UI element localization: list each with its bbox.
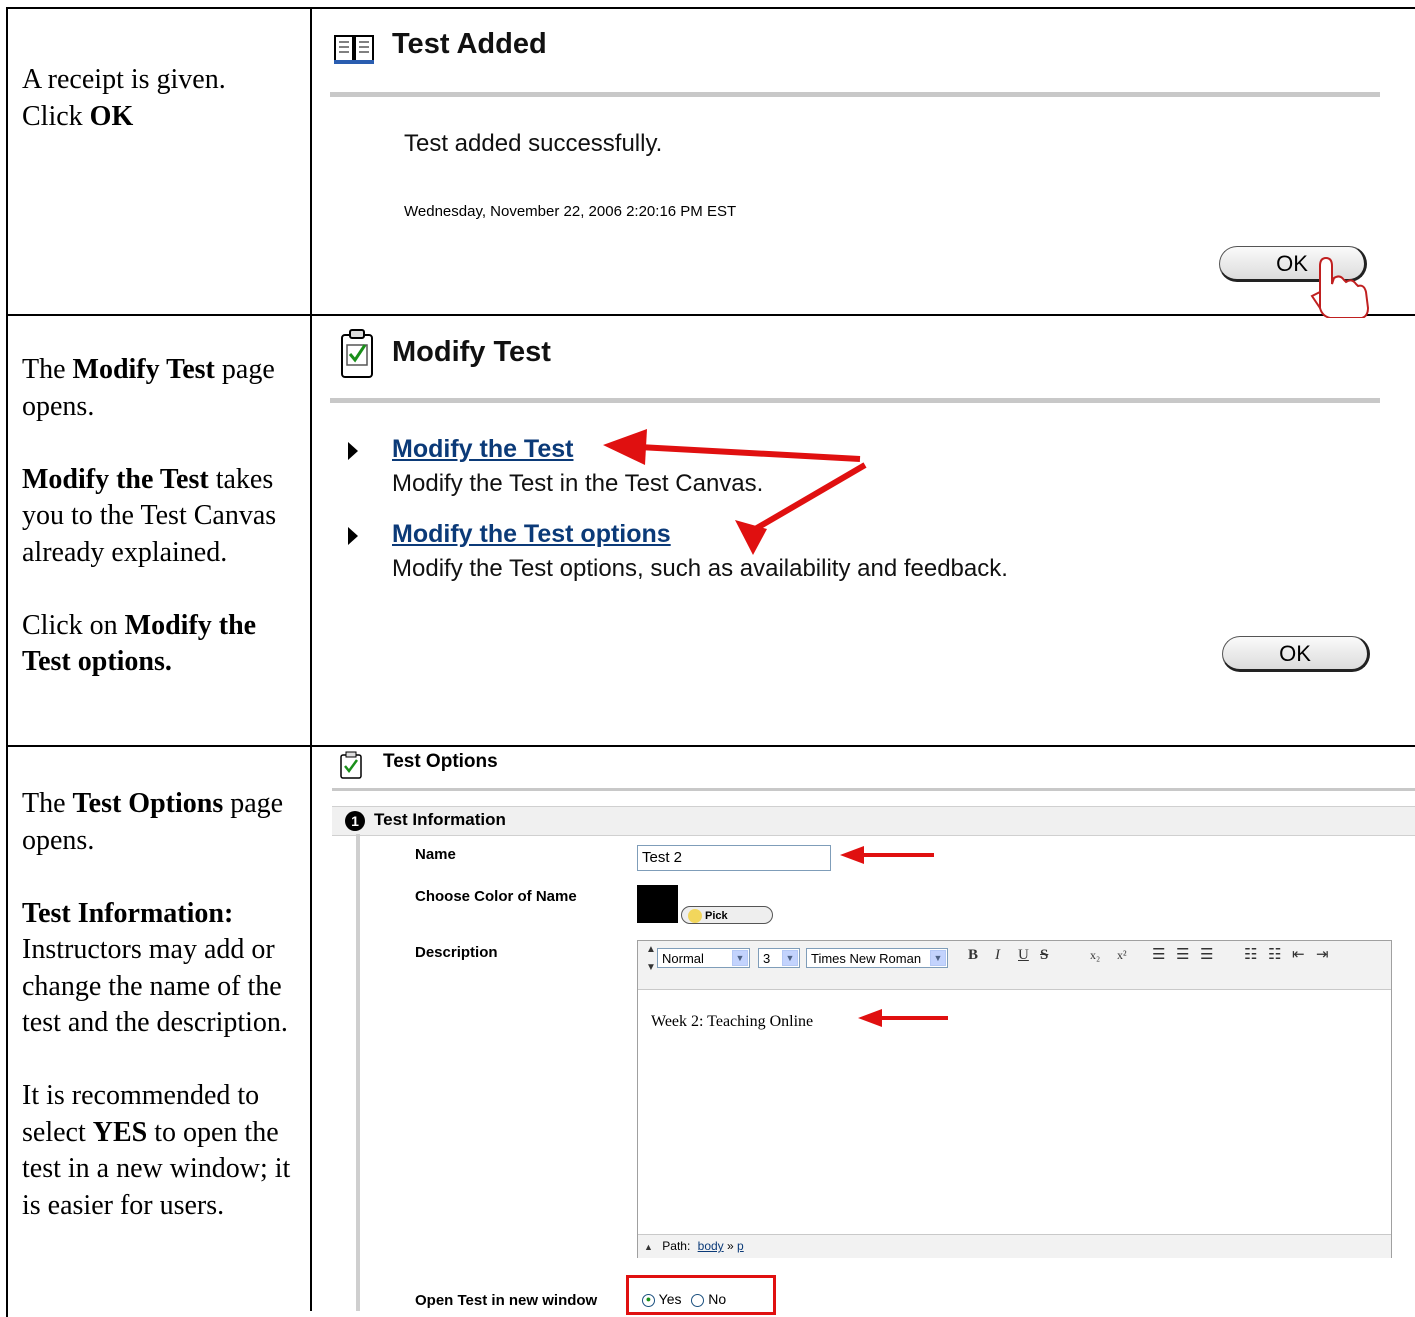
- description-label: Description: [415, 944, 498, 961]
- red-arrow-annotation: [858, 1009, 948, 1027]
- row3-para-1: The Test Options page opens.: [22, 786, 302, 859]
- row3-para-3: It is recommended to select YES to open …: [22, 1078, 302, 1224]
- bullet-triangle-icon: [348, 442, 358, 460]
- ordered-list-icon[interactable]: ☷: [1244, 945, 1257, 964]
- superscript-icon[interactable]: x²: [1117, 948, 1127, 963]
- bullet-triangle-icon: [348, 527, 358, 545]
- row3-para-2: Test Information: Instructors may add or…: [22, 896, 302, 1042]
- test-added-title: Test Added: [392, 28, 547, 60]
- row3-a-bold: Test Options: [72, 788, 224, 819]
- font-select[interactable]: Times New Roman ▼: [806, 948, 948, 968]
- chevron-down-icon: ▼: [732, 950, 748, 966]
- row3-b-suffix: Instructors may add or change the name o…: [22, 934, 288, 1038]
- editor-content[interactable]: Week 2: Teaching Online: [651, 1013, 813, 1031]
- pick-label: Pick: [705, 910, 728, 922]
- modify-test-title: Modify Test: [392, 336, 551, 368]
- step-number-badge: 1: [345, 811, 365, 831]
- size-select[interactable]: 3 ▼: [758, 948, 800, 968]
- choose-color-label: Choose Color of Name: [415, 888, 577, 905]
- book-icon: [334, 35, 374, 64]
- radio-yes[interactable]: ●: [642, 1293, 655, 1307]
- editor-status-bar: ▲ Path: body » p: [638, 1234, 1391, 1258]
- italic-icon[interactable]: I: [995, 947, 1000, 964]
- title-rule-3: [332, 788, 1415, 791]
- row3-a-prefix: The: [22, 788, 73, 819]
- section-sidebar-line: [356, 834, 360, 1311]
- no-label: No: [708, 1291, 727, 1307]
- chevron-down-icon: ▼: [930, 950, 946, 966]
- caret-up-icon[interactable]: ▲: [644, 1242, 653, 1252]
- subscript-icon[interactable]: x₂: [1090, 948, 1100, 963]
- success-message: Test added successfully.: [404, 130, 663, 157]
- modify-the-test-link[interactable]: Modify the Test: [392, 435, 573, 464]
- ok-button-modify[interactable]: OK: [1222, 636, 1370, 672]
- row-divider-2: [6, 745, 1415, 747]
- row1-text-2: Click OK: [22, 99, 302, 136]
- strikethrough-icon[interactable]: S: [1040, 947, 1048, 964]
- title-rule: [330, 92, 1380, 97]
- clipboard-check-icon: [340, 751, 362, 779]
- row3-instructions: The Test Options page opens. Test Inform…: [22, 786, 302, 1261]
- unordered-list-icon[interactable]: ☷: [1268, 945, 1281, 964]
- path-label: Path:: [662, 1239, 691, 1253]
- color-swatch[interactable]: [637, 885, 678, 923]
- row1-text-1: A receipt is given.: [22, 64, 226, 95]
- underline-icon[interactable]: U: [1018, 947, 1029, 964]
- bold-icon[interactable]: B: [968, 947, 978, 964]
- title-rule-2: [330, 398, 1380, 403]
- radio-no[interactable]: [691, 1293, 705, 1307]
- yes-label: Yes: [658, 1291, 682, 1307]
- pick-color-button[interactable]: Pick: [681, 906, 773, 924]
- open-new-window-label: Open Test in new window: [415, 1292, 598, 1309]
- row2-para-3: Click on Modify the Test options.: [22, 608, 302, 681]
- path-p-link[interactable]: p: [737, 1239, 744, 1253]
- test-options-title: Test Options: [383, 751, 498, 772]
- row2-instructions: The Modify Test page opens. Modify the T…: [22, 352, 302, 717]
- row2-b-bold: Modify the Test: [22, 463, 209, 495]
- font-value: Times New Roman: [811, 951, 922, 966]
- row-divider-1: [6, 314, 1415, 316]
- row3-b-bold: Test Information:: [22, 897, 234, 929]
- row2-para-1: The Modify Test page opens.: [22, 352, 302, 425]
- path-body-link[interactable]: body: [698, 1239, 724, 1253]
- align-center-icon[interactable]: ☰: [1176, 945, 1189, 964]
- size-value: 3: [763, 951, 771, 966]
- caret-down-icon[interactable]: ▼: [646, 962, 656, 973]
- row1-click-prefix: Click: [22, 100, 90, 132]
- red-arrow-annotation: [840, 846, 934, 864]
- indent-icon[interactable]: ⇥: [1316, 945, 1329, 964]
- caret-up-icon[interactable]: ▲: [646, 944, 656, 955]
- row1-ok-bold: OK: [89, 100, 134, 132]
- name-input[interactable]: Test 2: [637, 845, 831, 871]
- row3-c-bold: YES: [92, 1116, 148, 1148]
- new-window-radio-group: ● Yes No: [642, 1291, 726, 1307]
- clipboard-check-icon: [341, 329, 373, 378]
- section-title-test-information: Test Information: [374, 810, 506, 829]
- column-divider: [310, 7, 312, 1311]
- align-right-icon[interactable]: ☰: [1200, 945, 1213, 964]
- style-value: Normal: [662, 951, 704, 966]
- chevron-down-icon: ▼: [782, 950, 798, 966]
- name-label: Name: [415, 846, 456, 863]
- style-select[interactable]: Normal ▼: [657, 948, 750, 968]
- hand-cursor-icon: [1310, 256, 1370, 318]
- receipt-timestamp: Wednesday, November 22, 2006 2:20:16 PM …: [404, 203, 737, 220]
- row2-para-2: Modify the Test takes you to the Test Ca…: [22, 462, 302, 572]
- align-left-icon[interactable]: ☰: [1152, 945, 1165, 964]
- row2-a-bold: Modify Test: [72, 354, 215, 385]
- outdent-icon[interactable]: ⇤: [1292, 945, 1305, 964]
- palette-icon: [688, 909, 702, 924]
- row2-c-prefix: Click on: [22, 609, 125, 641]
- row2-a-prefix: The: [22, 354, 73, 385]
- red-arrow-annotation: [603, 429, 867, 555]
- path-separator: »: [727, 1239, 734, 1253]
- row1-instructions: A receipt is given. Click OK: [22, 62, 302, 135]
